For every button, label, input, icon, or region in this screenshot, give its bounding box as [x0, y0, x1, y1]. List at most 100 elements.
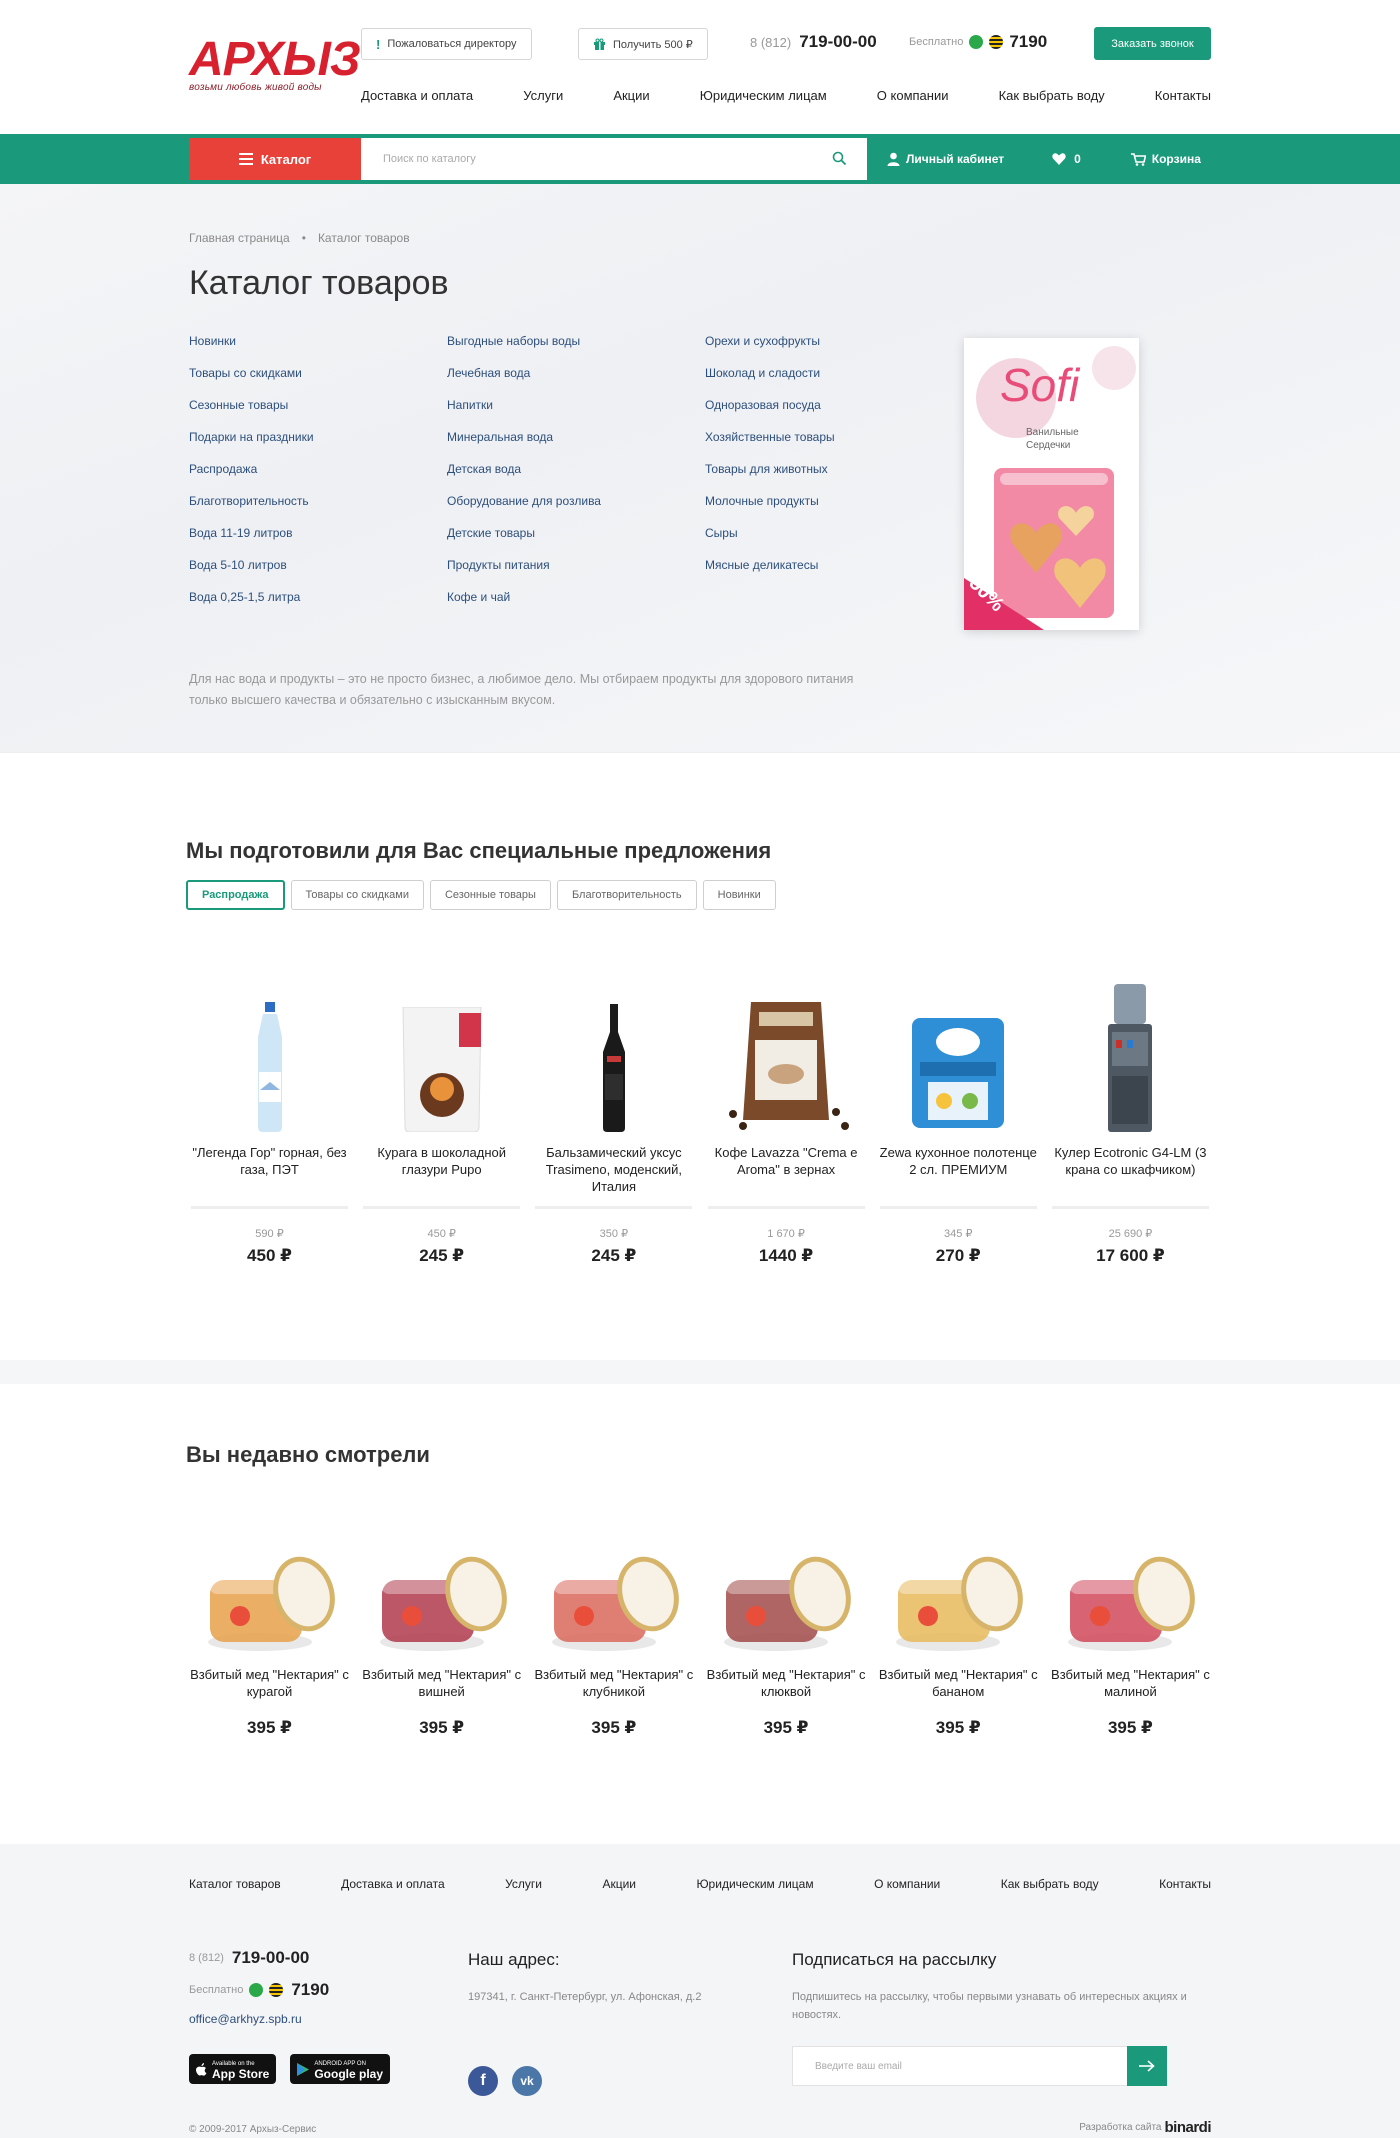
footer-nav-about[interactable]: О компании	[874, 1877, 940, 1891]
header-phone[interactable]: 8 (812) 719-00-00	[750, 32, 877, 52]
nav-choose-water[interactable]: Как выбрать воду	[999, 88, 1105, 103]
product-name[interactable]: Взбитый мед "Нектария" с малиной	[1050, 1666, 1211, 1712]
product-name[interactable]: Взбитый мед "Нектария" с клубникой	[533, 1666, 694, 1712]
category-link[interactable]: Детская вода	[447, 462, 705, 494]
product-card[interactable]: Курага в шоколадной глазури Pupo 450 ₽ 2…	[361, 972, 522, 1266]
product-card[interactable]: Взбитый мед "Нектария" с курагой 395 ₽	[189, 1534, 350, 1738]
product-card[interactable]: Взбитый мед "Нектария" с вишней 395 ₽	[361, 1534, 522, 1738]
product-card[interactable]: Zewa кухонное полотенце 2 сл. ПРЕМИУМ 34…	[878, 972, 1039, 1266]
product-card[interactable]: Взбитый мед "Нектария" с клюквой 395 ₽	[706, 1534, 867, 1738]
product-card[interactable]: Бальзамический уксус Trasimeno, моденски…	[533, 972, 694, 1266]
subscribe-button[interactable]	[1127, 2046, 1167, 2086]
category-link[interactable]: Лечебная вода	[447, 366, 705, 398]
nav-promos[interactable]: Акции	[613, 88, 649, 103]
gift-label: Получить 500 ₽	[613, 38, 693, 51]
product-name[interactable]: Взбитый мед "Нектария" с вишней	[361, 1666, 522, 1712]
search-input[interactable]: Поиск по каталогу	[361, 138, 867, 180]
category-link[interactable]: Вода 11-19 литров	[189, 526, 447, 558]
catalog-button[interactable]: Каталог	[189, 138, 361, 180]
product-name[interactable]: Кофе Lavazza "Crema e Aroma" в зернах	[706, 1144, 867, 1206]
vk-icon[interactable]: vk	[512, 2066, 542, 2096]
gift-button[interactable]: Получить 500 ₽	[578, 28, 708, 60]
email-field[interactable]: Введите ваш email	[792, 2046, 1167, 2086]
tab-sale[interactable]: Распродажа	[186, 880, 285, 910]
category-link[interactable]: Выгодные наборы воды	[447, 334, 705, 366]
tab-new[interactable]: Новинки	[702, 880, 776, 910]
category-link[interactable]: Товары со скидками	[189, 366, 447, 398]
footer-phone[interactable]: 8 (812) 719-00-00	[189, 1948, 390, 1968]
category-link[interactable]: Вода 0,25-1,5 литра	[189, 590, 447, 622]
footer-nav-promos[interactable]: Акции	[602, 1877, 636, 1891]
nav-legal[interactable]: Юридическим лицам	[700, 88, 827, 103]
product-name[interactable]: "Легенда Гор" горная, без газа, ПЭТ	[189, 1144, 350, 1206]
product-name[interactable]: Взбитый мед "Нектария" с курагой	[189, 1666, 350, 1712]
breadcrumb-home[interactable]: Главная страница	[189, 231, 290, 245]
category-link[interactable]: Шоколад и сладости	[705, 366, 963, 398]
category-link[interactable]: Распродажа	[189, 462, 447, 494]
product-name[interactable]: Взбитый мед "Нектария" с клюквой	[706, 1666, 867, 1712]
category-link[interactable]: Подарки на праздники	[189, 430, 447, 462]
footer-nav-contacts[interactable]: Контакты	[1159, 1877, 1211, 1891]
product-card[interactable]: Кулер Ecotronic G4-LM (3 крана со шкафчи…	[1050, 972, 1211, 1266]
category-link[interactable]: Хозяйственные товары	[705, 430, 963, 462]
category-link[interactable]: Одноразовая посуда	[705, 398, 963, 430]
category-link[interactable]: Молочные продукты	[705, 494, 963, 526]
product-price: 395 ₽	[935, 1718, 981, 1737]
nav-delivery[interactable]: Доставка и оплата	[361, 88, 473, 103]
account-link[interactable]: Личный кабинет	[887, 152, 1004, 166]
category-link[interactable]: Новинки	[189, 334, 447, 366]
product-card[interactable]: Кофе Lavazza "Crema e Aroma" в зернах 1 …	[706, 972, 867, 1266]
googleplay-badge[interactable]: ANDROID APP ON Google play	[290, 2054, 391, 2084]
nav-about[interactable]: О компании	[877, 88, 949, 103]
complain-button[interactable]: ! Пожаловаться директору	[361, 28, 532, 60]
product-card[interactable]: "Легенда Гор" горная, без газа, ПЭТ 590 …	[189, 972, 350, 1266]
nav-contacts[interactable]: Контакты	[1155, 88, 1211, 103]
category-link[interactable]: Оборудование для розлива	[447, 494, 705, 526]
promo-banner[interactable]: Sofi Ванильные Сердечки 50%	[964, 338, 1139, 630]
category-link[interactable]: Благотворительность	[189, 494, 447, 526]
cart-link[interactable]: Корзина	[1130, 152, 1201, 166]
footer-nav-catalog[interactable]: Каталог товаров	[189, 1877, 281, 1891]
footer-nav-services[interactable]: Услуги	[505, 1877, 542, 1891]
product-name[interactable]: Бальзамический уксус Trasimeno, моденски…	[533, 1144, 694, 1206]
category-link[interactable]: Напитки	[447, 398, 705, 430]
tab-charity[interactable]: Благотворительность	[556, 880, 697, 910]
product-name[interactable]: Zewa кухонное полотенце 2 сл. ПРЕМИУМ	[878, 1144, 1039, 1206]
order-call-button[interactable]: Заказать звонок	[1094, 27, 1211, 60]
footer-nav-legal[interactable]: Юридическим лицам	[696, 1877, 813, 1891]
category-link[interactable]: Продукты питания	[447, 558, 705, 590]
product-card[interactable]: Взбитый мед "Нектария" с клубникой 395 ₽	[533, 1534, 694, 1738]
category-link[interactable]: Мясные деликатесы	[705, 558, 963, 590]
header-nav: Доставка и оплата Услуги Акции Юридическ…	[361, 88, 1211, 103]
product-card[interactable]: Взбитый мед "Нектария" с малиной 395 ₽	[1050, 1534, 1211, 1738]
category-link[interactable]: Товары для животных	[705, 462, 963, 494]
product-card[interactable]: Взбитый мед "Нектария" с бананом 395 ₽	[878, 1534, 1039, 1738]
footer-email[interactable]: office@arkhyz.spb.ru	[189, 2012, 390, 2026]
favorites-link[interactable]: 0	[1052, 152, 1081, 166]
site-logo[interactable]: АРХЫЗ возьми любовь живой воды	[189, 36, 361, 94]
category-link[interactable]: Минеральная вода	[447, 430, 705, 462]
product-name[interactable]: Взбитый мед "Нектария" с бананом	[878, 1666, 1039, 1712]
tab-discounts[interactable]: Товары со скидками	[290, 880, 424, 910]
footer-nav-choose-water[interactable]: Как выбрать воду	[1001, 1877, 1099, 1891]
category-link[interactable]: Кофе и чай	[447, 590, 705, 622]
tab-seasonal[interactable]: Сезонные товары	[429, 880, 551, 910]
category-link[interactable]: Сыры	[705, 526, 963, 558]
product-price: 1440 ₽	[758, 1246, 814, 1265]
category-link[interactable]: Орехи и сухофрукты	[705, 334, 963, 366]
category-link[interactable]: Детские товары	[447, 526, 705, 558]
header-free-call[interactable]: Бесплатно 7190	[909, 32, 1047, 52]
footer-nav-delivery[interactable]: Доставка и оплата	[341, 1877, 445, 1891]
category-link[interactable]: Сезонные товары	[189, 398, 447, 430]
nav-services[interactable]: Услуги	[523, 88, 563, 103]
category-link[interactable]: Вода 5-10 литров	[189, 558, 447, 590]
product-old-price: 1 670 ₽	[767, 1228, 805, 1240]
product-name[interactable]: Кулер Ecotronic G4-LM (3 крана со шкафчи…	[1050, 1144, 1211, 1206]
product-image	[878, 972, 1039, 1132]
search-icon[interactable]	[832, 151, 847, 166]
developer-credit[interactable]: Разработка сайта binardi	[1079, 2119, 1211, 2136]
facebook-icon[interactable]: f	[468, 2066, 498, 2096]
footer-free-call[interactable]: Бесплатно 7190	[189, 1980, 390, 2000]
product-name[interactable]: Курага в шоколадной глазури Pupo	[361, 1144, 522, 1206]
appstore-badge[interactable]: Available on the App Store	[189, 2054, 277, 2084]
